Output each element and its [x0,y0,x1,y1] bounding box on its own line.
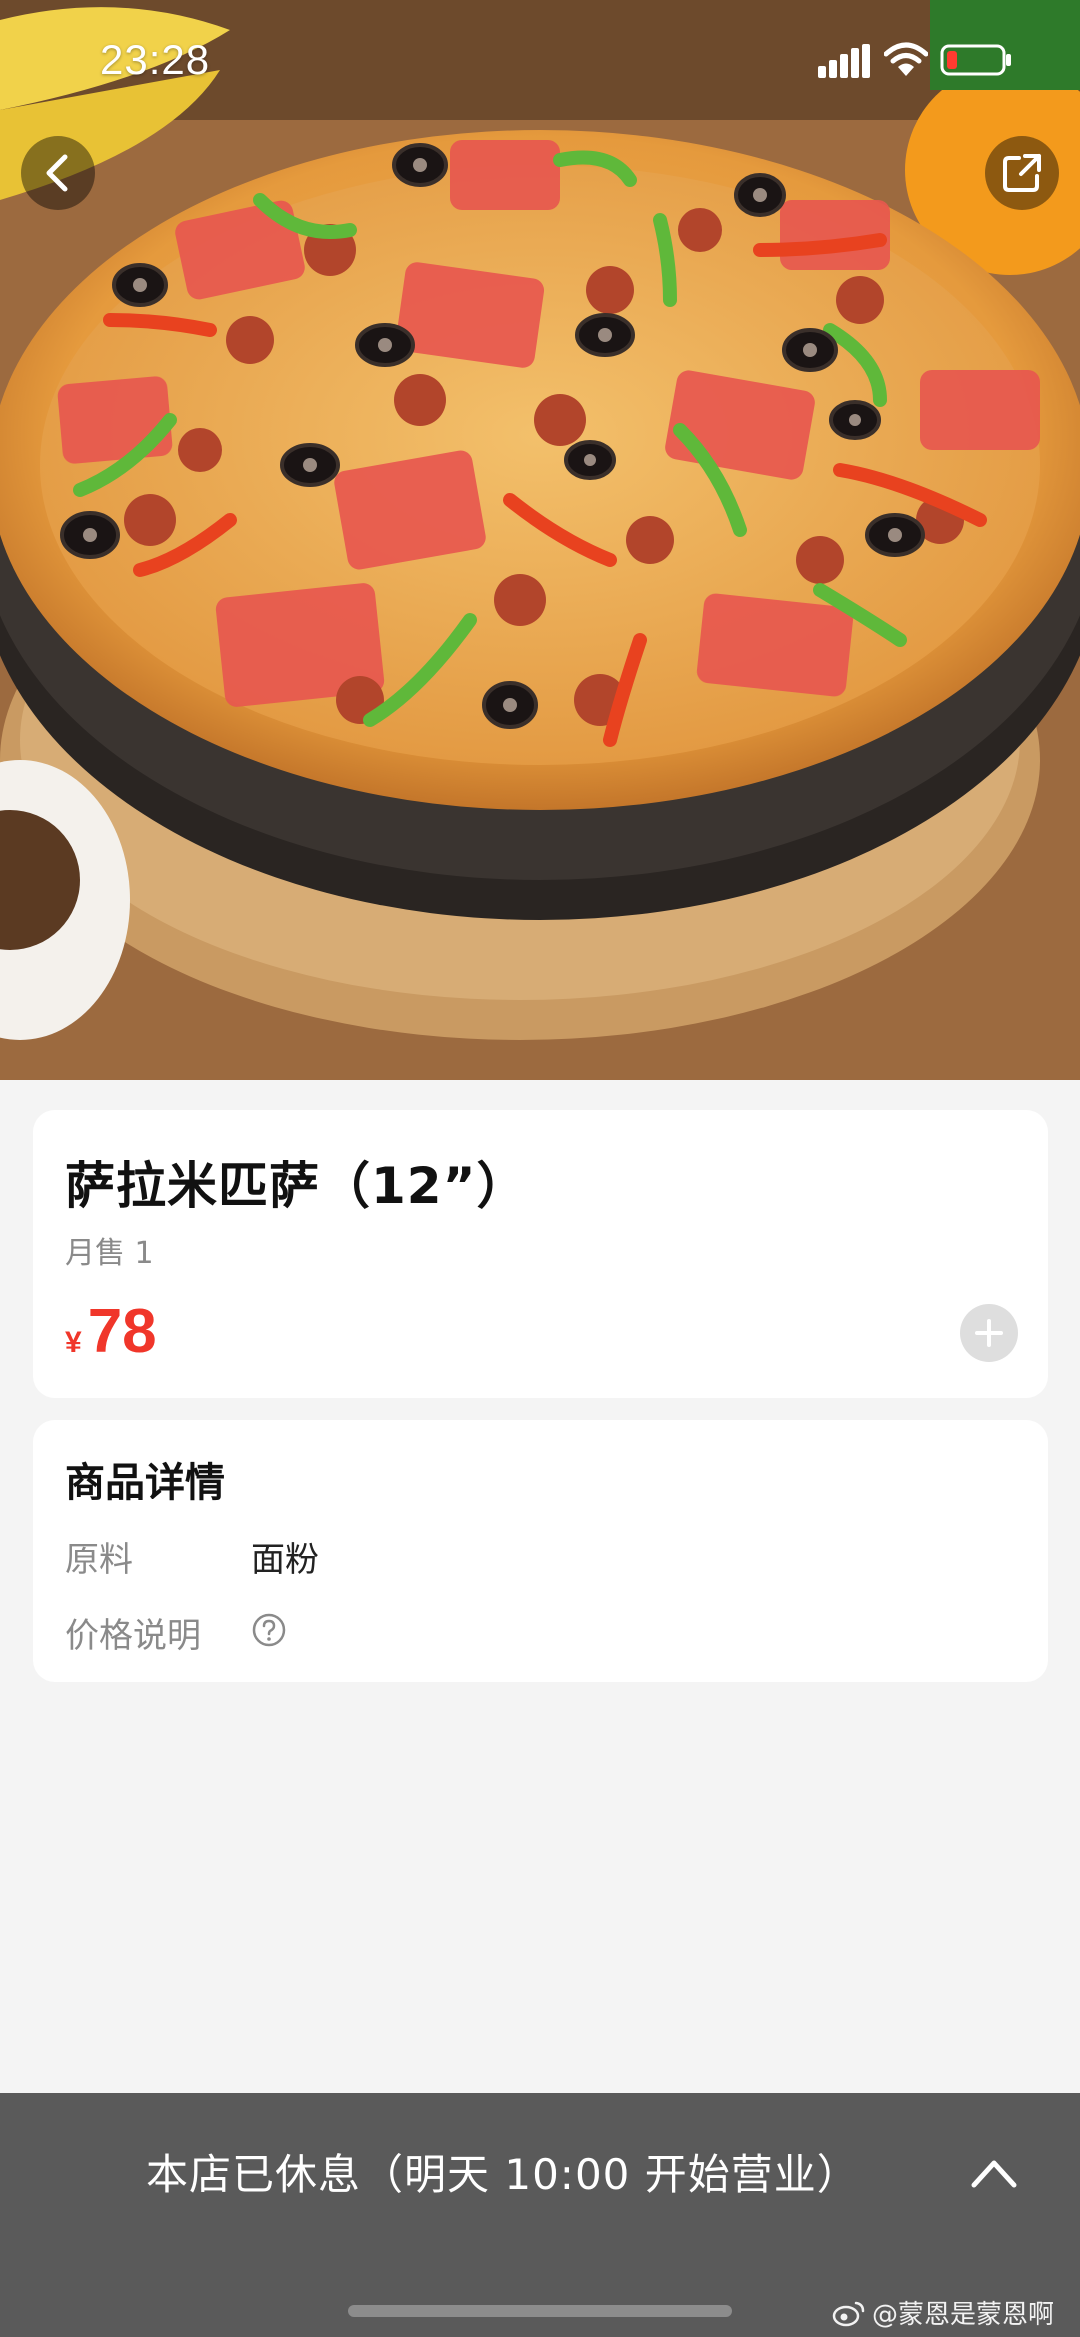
ingredients-label: 原料 [65,1540,133,1580]
price-note-label: 价格说明 [65,1616,201,1656]
watermark-text: @蒙恩是蒙恩啊 [872,2300,1055,2330]
price-value: 78 [87,1297,157,1366]
chevron-up-icon[interactable] [968,2153,1020,2193]
status-bar: 23:28 [0,0,1080,120]
store-closed-text: 本店已休息（明天 10:00 开始营业） [146,2150,860,2199]
product-name: 萨拉米匹萨（12”） [65,1157,528,1215]
status-time: 23:28 [100,36,211,83]
ingredients-value: 面粉 [251,1540,319,1580]
wifi-icon [884,42,928,76]
monthly-sales: 月售 1 [65,1236,154,1271]
back-button[interactable] [21,136,95,210]
plus-icon [975,1319,1003,1347]
watermark: @蒙恩是蒙恩啊 [832,2294,1054,2331]
pizza-illustration [0,0,1080,1080]
product-image [0,0,1080,1080]
question-mark-icon[interactable] [251,1612,287,1648]
product-info-card: 萨拉米匹萨（12”） 月售 1 ¥78 [33,1110,1048,1398]
share-icon [1003,154,1041,192]
price-currency: ¥ [65,1326,82,1359]
battery-icon [940,44,1011,76]
details-title: 商品详情 [65,1460,225,1506]
product-price: ¥78 [65,1296,157,1367]
back-arrow-icon [46,154,68,192]
add-to-cart-button[interactable] [960,1304,1018,1362]
share-button[interactable] [985,136,1059,210]
product-details-card: 商品详情 原料 面粉 价格说明 [33,1420,1048,1682]
cellular-signal-icon [818,44,870,78]
home-indicator[interactable] [348,2305,732,2317]
weibo-logo-icon [832,2301,865,2326]
